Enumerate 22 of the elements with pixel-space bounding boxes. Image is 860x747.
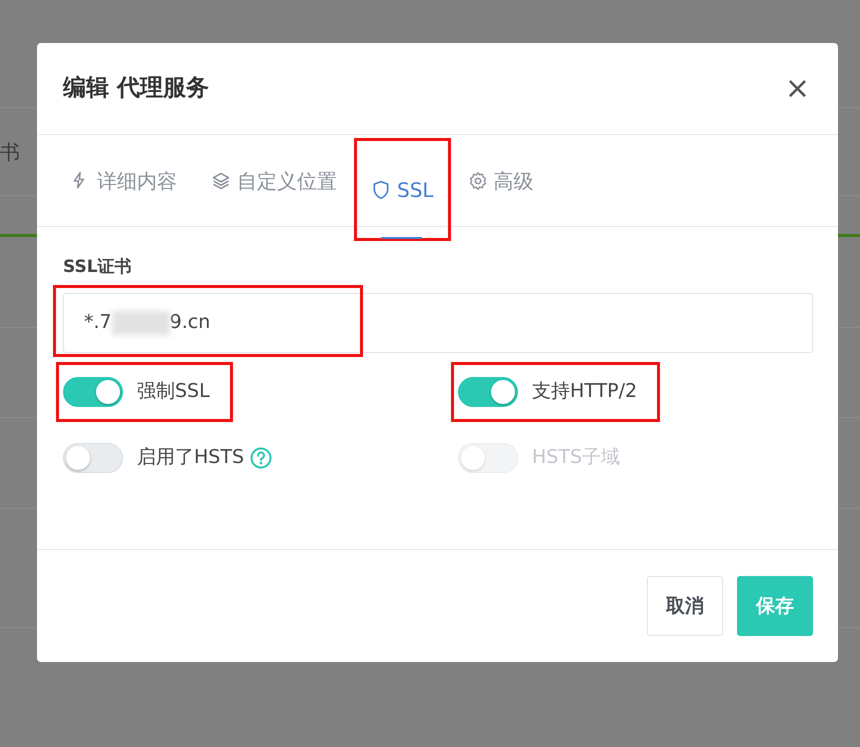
dialog-title: 编辑 代理服务 (63, 74, 210, 104)
toggle-switch[interactable] (63, 442, 123, 472)
shield-icon (371, 180, 391, 200)
tab[interactable]: 详细内容 (57, 135, 191, 226)
switch-label: 支持HTTP/2 (532, 379, 638, 404)
tab[interactable]: 自定义位置 (197, 135, 351, 226)
tab[interactable]: 高级 (454, 135, 548, 226)
field-label: SSL证书 (63, 256, 133, 279)
switch-label: 启用了HSTS (137, 445, 244, 470)
certificate-field[interactable]: *.7 9.cn (63, 292, 813, 352)
layers-icon (211, 170, 231, 190)
help-icon[interactable] (250, 446, 272, 468)
toggle-switch[interactable] (63, 376, 123, 406)
switch-label: 强制SSL (137, 379, 210, 404)
background-text: 书 (0, 139, 20, 166)
save-button[interactable]: 保存 (737, 576, 813, 636)
close-button[interactable]: × (784, 74, 810, 104)
gear-icon (468, 170, 488, 190)
tab[interactable]: SSL (357, 141, 448, 238)
toggle-switch[interactable] (458, 376, 518, 406)
switch-label: HSTS子域 (532, 445, 620, 470)
cancel-button[interactable]: 取消 (647, 576, 723, 636)
